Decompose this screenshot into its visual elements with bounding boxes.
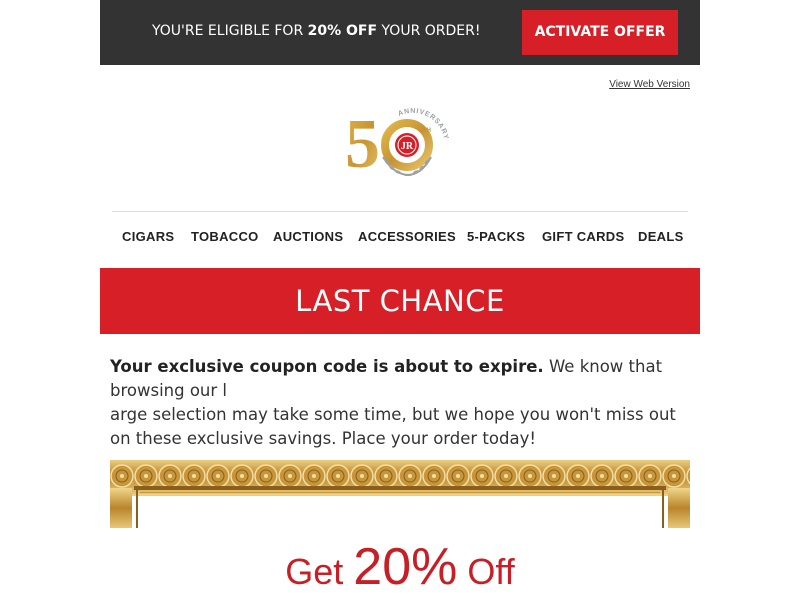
body-lead: Your exclusive coupon code is about to e…: [110, 357, 544, 376]
promo-bar: YOU'RE ELIGIBLE FOR 20% OFF YOUR ORDER! …: [100, 0, 700, 65]
certificate-frame: [110, 458, 690, 528]
nav-item-cigars[interactable]: CIGARS: [122, 229, 174, 244]
logo-five: 5: [345, 106, 380, 182]
promo-prefix: YOU'RE ELIGIBLE FOR: [152, 23, 308, 39]
promo-text: YOU'RE ELIGIBLE FOR 20% OFF YOUR ORDER!: [152, 23, 480, 39]
nav-item-gift-cards[interactable]: GIFT CARDS: [542, 229, 624, 244]
banner-title: LAST CHANCE: [295, 284, 505, 318]
offer-headline: Get 20% Off: [100, 537, 700, 597]
main-nav: CIGARS TOBACCO AUCTIONS ACCESSORIES 5-PA…: [100, 229, 700, 247]
activate-offer-button[interactable]: ACTIVATE OFFER: [522, 10, 678, 55]
promo-highlight: 20% OFF: [307, 23, 378, 39]
offer-off: Off: [457, 551, 515, 592]
nav-item-deals[interactable]: DEALS: [638, 229, 684, 244]
nav-item-tobacco[interactable]: TOBACCO: [191, 229, 259, 244]
offer-percent: 20%: [353, 538, 458, 596]
nav-item-auctions[interactable]: AUCTIONS: [273, 229, 343, 244]
offer-get: Get: [285, 551, 354, 592]
last-chance-banner: LAST CHANCE: [100, 268, 700, 334]
nav-item-accessories[interactable]: ACCESSORIES: [358, 229, 456, 244]
logo-graphic: 5 JR TH ANNIVERSARY: [345, 106, 449, 183]
nav-item-5-packs[interactable]: 5-PACKS: [467, 229, 525, 244]
promo-suffix: YOUR ORDER!: [377, 23, 481, 39]
email-container: YOU'RE ELIGIBLE FOR 20% OFF YOUR ORDER! …: [100, 0, 700, 600]
body-copy: Your exclusive coupon code is about to e…: [110, 355, 690, 451]
body-text-2: arge selection may take some time, but w…: [110, 405, 676, 448]
jr-badge-text: JR: [401, 141, 414, 152]
anniversary-logo[interactable]: 5 JR TH ANNIVERSARY: [345, 102, 455, 183]
nav-divider: [112, 211, 688, 212]
view-web-version-link[interactable]: View Web Version: [609, 79, 690, 90]
ornate-border: [110, 460, 690, 528]
logo-th: TH: [423, 128, 431, 134]
